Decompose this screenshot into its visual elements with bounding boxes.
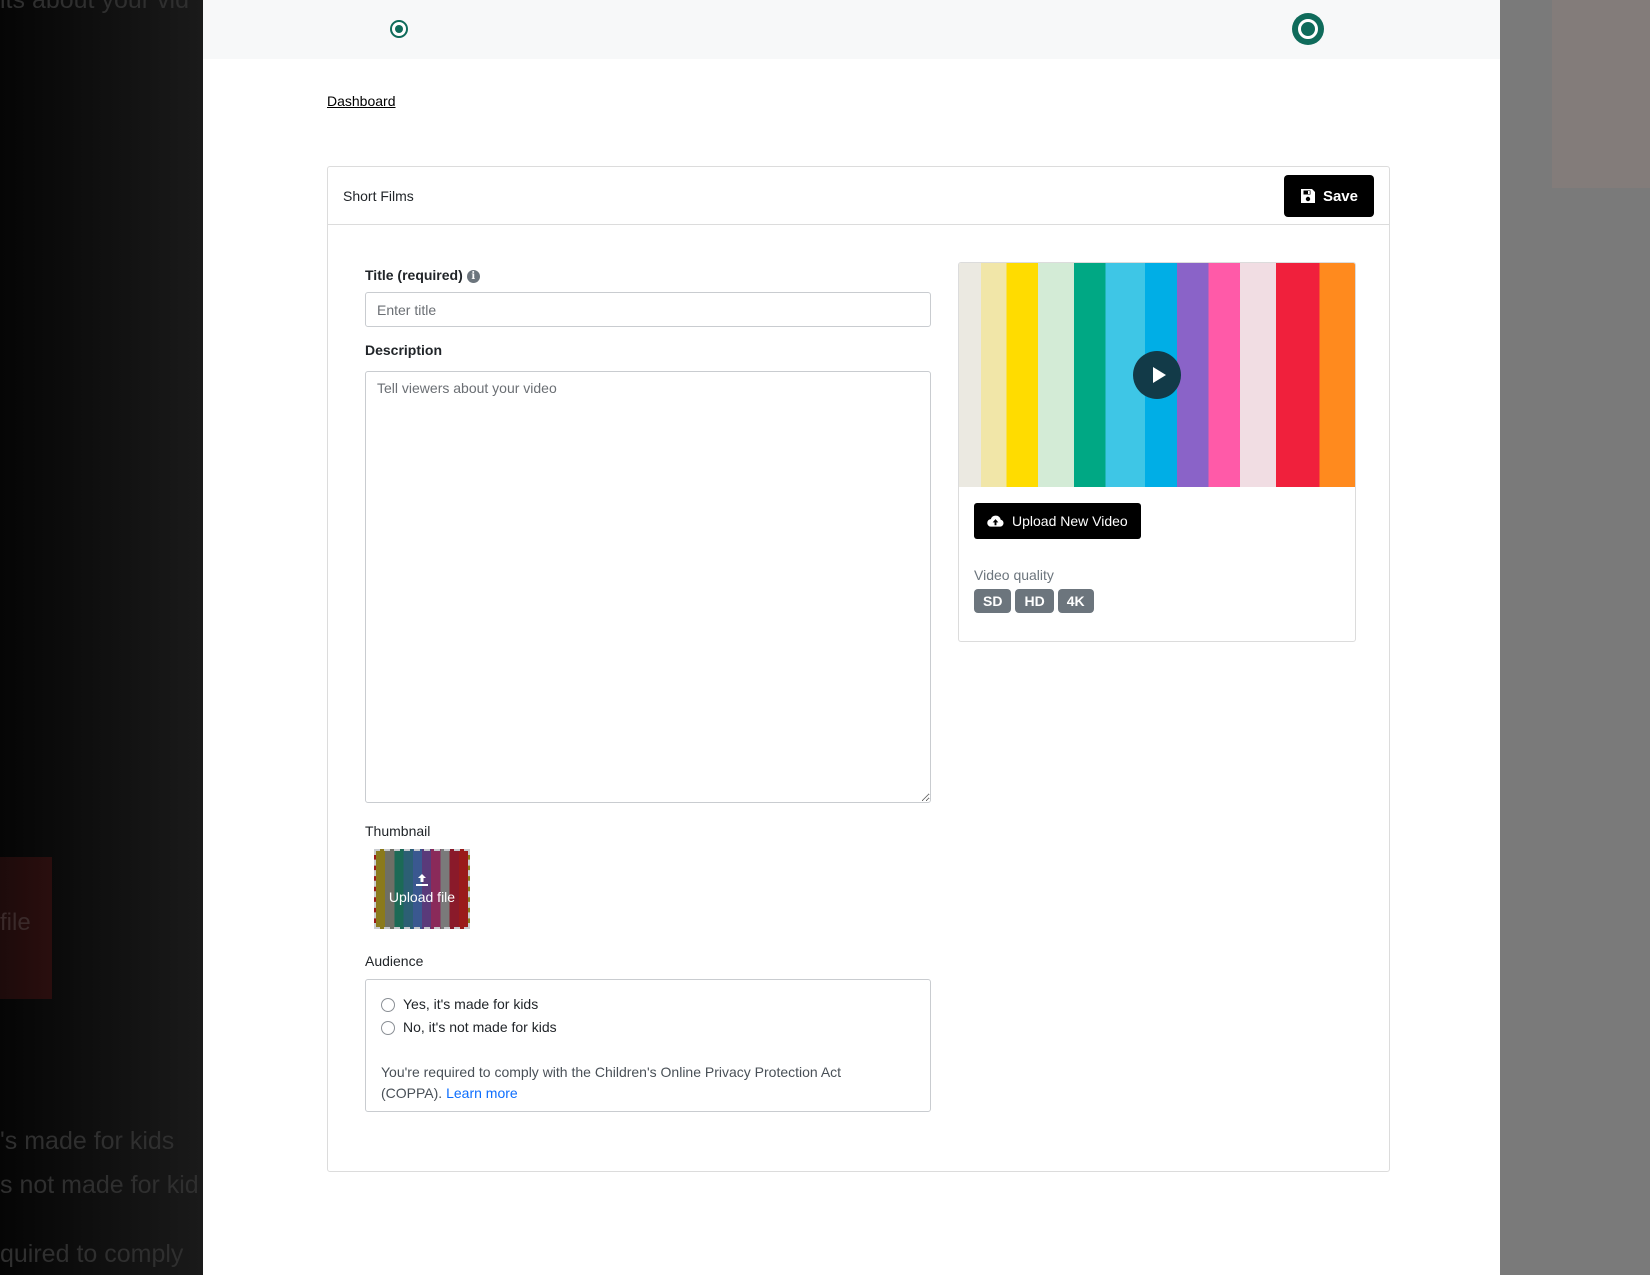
audience-label: Audience: [365, 953, 424, 969]
audience-option-label: Yes, it's made for kids: [403, 996, 539, 1012]
audience-option-label: No, it's not made for kids: [403, 1019, 557, 1035]
upload-icon: [416, 874, 428, 886]
title-field-label: Title (required) i: [365, 267, 480, 283]
thumbnail-label: Thumbnail: [365, 823, 431, 839]
learn-more-link[interactable]: Learn more: [446, 1085, 518, 1101]
info-icon[interactable]: i: [466, 270, 480, 283]
video-preview[interactable]: [959, 263, 1355, 487]
coppa-notice: You're required to comply with the Child…: [381, 1062, 901, 1104]
breadcrumb-dashboard-link[interactable]: Dashboard: [327, 93, 396, 109]
background-ghost-text: s not made for kid: [0, 1171, 199, 1199]
description-label: Description: [365, 342, 443, 358]
audience-option-yes[interactable]: Yes, it's made for kids: [381, 996, 538, 1012]
play-button[interactable]: [1133, 351, 1181, 399]
radio-button[interactable]: [381, 998, 395, 1012]
description-textarea[interactable]: [365, 371, 931, 803]
background-ghost-text: quired to comply: [0, 1240, 184, 1268]
progress-bar: [203, 0, 1500, 59]
upload-new-video-button[interactable]: Upload New Video: [974, 503, 1141, 539]
title-input[interactable]: [365, 292, 931, 327]
background-ghost-block: [1552, 0, 1650, 188]
video-preview-card: Upload New Video Video quality SD HD 4K: [958, 262, 1356, 642]
audience-box: Yes, it's made for kids No, it's not mad…: [365, 979, 931, 1112]
background-page-right: [1500, 0, 1650, 1275]
quality-badge-4k: 4K: [1057, 589, 1094, 613]
title-label-text: Title (required): [365, 267, 463, 283]
background-ghost-thumbnail: file: [0, 857, 52, 999]
video-quality-badges: SD HD 4K: [974, 589, 1094, 613]
background-ghost-thumbnail-label: file: [0, 909, 31, 936]
step-indicator-icon[interactable]: [390, 20, 408, 38]
floppy-disk-icon: [1300, 189, 1315, 203]
step-indicator-current-icon[interactable]: [1292, 13, 1324, 45]
cloud-upload-icon: [987, 515, 1004, 527]
card-title: Short Films: [343, 188, 414, 204]
save-button[interactable]: Save: [1283, 175, 1374, 217]
audience-option-no[interactable]: No, it's not made for kids: [381, 1019, 557, 1035]
background-ghost-text: 's made for kids: [0, 1127, 175, 1155]
radio-button[interactable]: [381, 1021, 395, 1035]
card-header: Short Films Save: [328, 167, 1389, 225]
background-page-left: its about your vid file 's made for kids…: [0, 0, 203, 1275]
quality-badge-sd: SD: [974, 589, 1012, 613]
video-details-card: Short Films Save Title (required)i Descr…: [327, 166, 1390, 1172]
play-icon: [1152, 367, 1166, 383]
video-quality-label: Video quality: [974, 567, 1054, 583]
upload-new-video-label: Upload New Video: [1012, 513, 1128, 529]
quality-badge-hd: HD: [1015, 589, 1054, 613]
background-ghost-text: its about your vid: [0, 0, 189, 14]
save-button-label: Save: [1322, 187, 1358, 205]
thumbnail-upload-label: Upload file: [388, 889, 456, 905]
editor-panel: Dashboard Short Films Save Title (requir…: [203, 0, 1500, 1275]
thumbnail-upload-button[interactable]: Upload file: [374, 849, 470, 929]
